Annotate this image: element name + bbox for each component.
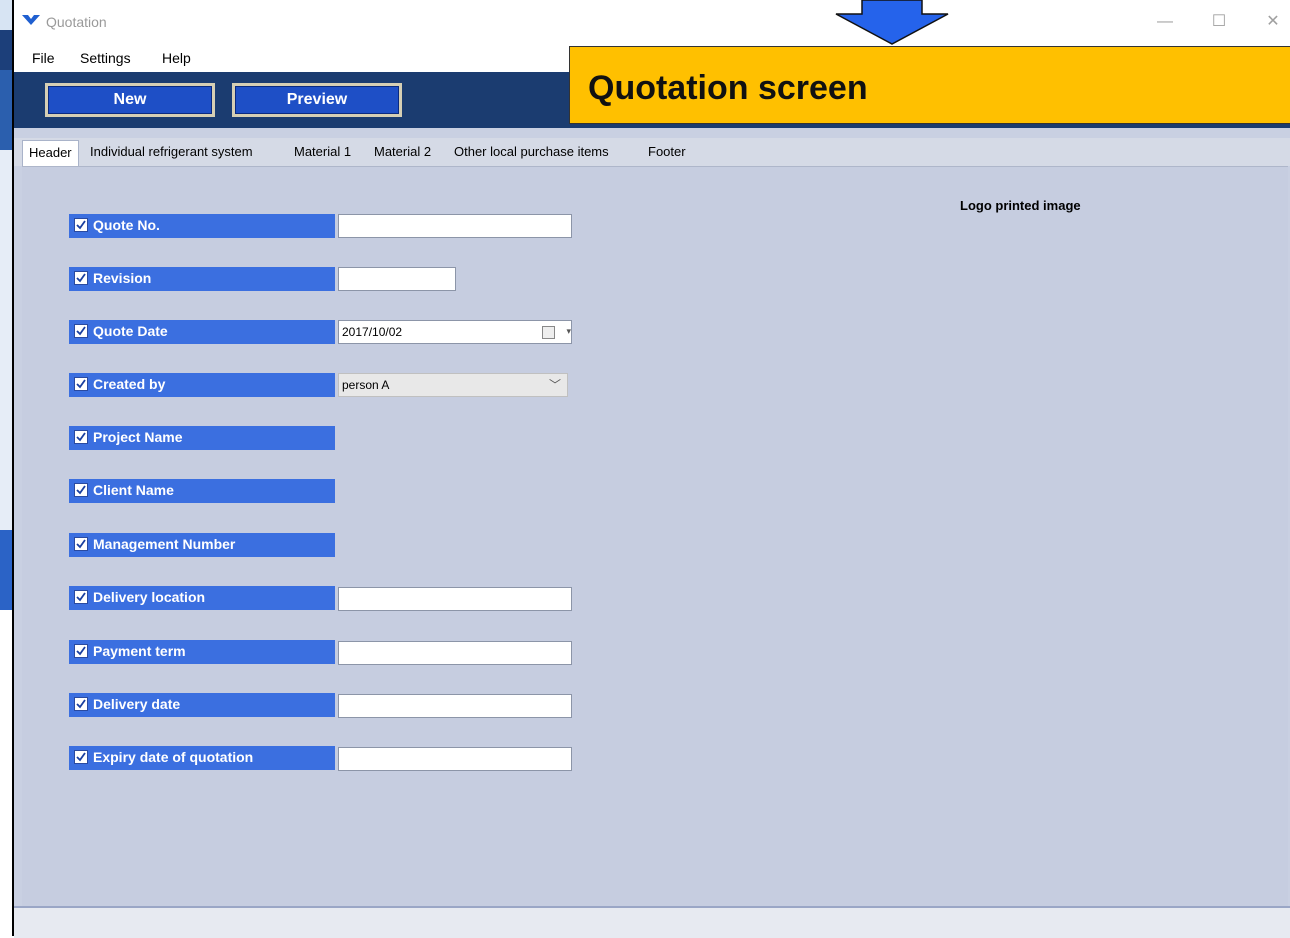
project-name-label: Project Name (69, 426, 335, 450)
menu-settings[interactable]: Settings (80, 50, 131, 66)
tab-header[interactable]: Header (22, 140, 79, 166)
expiry-date-checkbox[interactable] (74, 750, 88, 764)
tab-strip: Header Individual refrigerant system Mat… (14, 138, 1290, 166)
quotation-window: Quotation — ☐ ✕ File Settings Help New P… (12, 0, 1290, 938)
delivery-date-checkbox[interactable] (74, 697, 88, 711)
quote-date-checkbox[interactable] (74, 324, 88, 338)
calendar-icon[interactable] (542, 326, 555, 339)
created-by-label: Created by (69, 373, 335, 397)
quote-date-label: Quote Date (69, 320, 335, 344)
quote-no-checkbox[interactable] (74, 218, 88, 232)
chevron-down-icon[interactable]: ▾ (566, 326, 571, 337)
quote-no-label: Quote No. (69, 214, 335, 238)
client-name-label: Client Name (69, 479, 335, 503)
app-logo-icon (22, 15, 40, 25)
tab-footer[interactable]: Footer (648, 144, 686, 159)
menu-file[interactable]: File (32, 50, 55, 66)
tab-other-local-purchase-items[interactable]: Other local purchase items (454, 144, 609, 159)
delivery-location-label: Delivery location (69, 586, 335, 610)
created-by-value: person A (342, 378, 390, 392)
expiry-date-field[interactable] (338, 747, 572, 771)
menu-help[interactable]: Help (162, 50, 191, 66)
delivery-location-checkbox[interactable] (74, 590, 88, 604)
status-bar (14, 906, 1290, 938)
callout-box: Quotation screen (569, 46, 1290, 124)
quote-date-value: 2017/10/02 (342, 325, 403, 339)
created-by-select[interactable]: person A ﹀ (338, 373, 568, 397)
maximize-button[interactable]: ☐ (1204, 8, 1234, 36)
preview-button[interactable]: Preview (232, 83, 402, 117)
tab-material-1[interactable]: Material 1 (294, 144, 351, 159)
logo-printed-image-label: Logo printed image (960, 198, 1081, 213)
expiry-date-label: Expiry date of quotation (69, 746, 335, 770)
delivery-date-field[interactable] (338, 694, 572, 718)
created-by-checkbox[interactable] (74, 377, 88, 391)
quote-no-field[interactable] (338, 214, 572, 238)
revision-checkbox[interactable] (74, 271, 88, 285)
payment-term-field[interactable] (338, 641, 572, 665)
revision-label: Revision (69, 267, 335, 291)
tab-individual-refrigerant-system[interactable]: Individual refrigerant system (90, 144, 253, 159)
header-tab-panel: Logo printed image Quote No. Revision Qu… (22, 166, 1288, 907)
quote-date-picker[interactable]: 2017/10/02 ▾ (338, 320, 572, 344)
payment-term-checkbox[interactable] (74, 644, 88, 658)
chevron-down-icon: ﹀ (548, 378, 561, 392)
minimize-button[interactable]: — (1150, 8, 1180, 36)
management-number-checkbox[interactable] (74, 537, 88, 551)
revision-field[interactable] (338, 267, 456, 291)
close-button[interactable]: ✕ (1258, 8, 1288, 36)
title-bar: Quotation — ☐ ✕ (14, 0, 1290, 44)
callout-text: Quotation screen (588, 69, 868, 107)
management-number-label: Management Number (69, 533, 335, 557)
new-button[interactable]: New (45, 83, 215, 117)
delivery-date-label: Delivery date (69, 693, 335, 717)
client-name-checkbox[interactable] (74, 483, 88, 497)
arrow-down-icon (835, 0, 949, 45)
window-title: Quotation (46, 14, 107, 30)
delivery-location-field[interactable] (338, 587, 572, 611)
tab-material-2[interactable]: Material 2 (374, 144, 431, 159)
payment-term-label: Payment term (69, 640, 335, 664)
project-name-checkbox[interactable] (74, 430, 88, 444)
